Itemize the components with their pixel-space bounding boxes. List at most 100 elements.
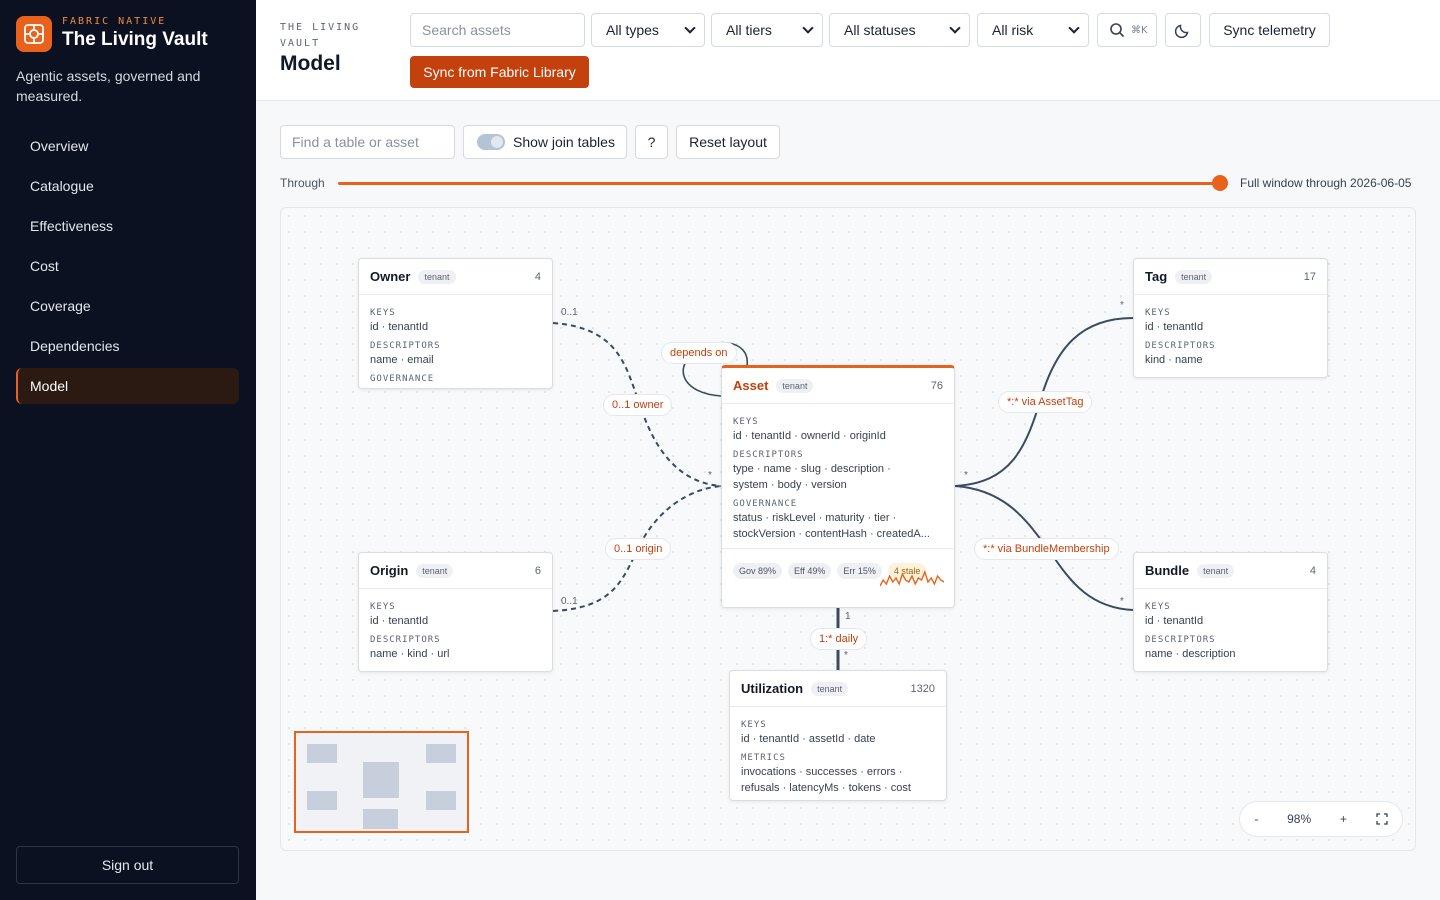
row-count: 76	[930, 379, 943, 392]
sidebar-item-overview[interactable]: Overview	[16, 128, 239, 164]
risk-filter-select[interactable]: All risk	[977, 13, 1089, 47]
row-count: 1320	[910, 682, 935, 695]
row-count: 17	[1303, 270, 1316, 283]
edge-label-owner[interactable]: 0..1 owner	[603, 394, 673, 416]
zoom-out-button[interactable]: -	[1254, 812, 1258, 826]
edge-label-asset-tag[interactable]: *:* via AssetTag	[998, 391, 1093, 413]
reset-layout-button[interactable]: Reset layout	[676, 125, 780, 159]
keys-value: id · tenantId	[1145, 615, 1204, 627]
effectiveness-pill: Eff 49%	[788, 562, 832, 579]
cardinality-origin: 0..1	[561, 596, 578, 607]
table-card-asset[interactable]: Asset tenant 76 KEYS id · tenantId · own…	[721, 365, 955, 608]
keys-value: id · tenantId · assetId · date	[741, 733, 876, 745]
cardinality-tag: *	[1120, 300, 1124, 311]
sidebar-item-model[interactable]: Model	[16, 368, 239, 404]
sync-fabric-library-button[interactable]: Sync from Fabric Library	[410, 56, 589, 88]
sidebar-item-cost[interactable]: Cost	[16, 248, 239, 284]
brand[interactable]: FABRIC NATIVE The Living Vault	[16, 16, 208, 52]
tenant-badge: tenant	[811, 681, 849, 696]
table-card-bundle[interactable]: Bundle tenant 4 KEYS id · tenantId DESCR…	[1133, 552, 1328, 672]
search-icon	[1110, 23, 1125, 38]
edge-label-bundle-membership[interactable]: *:* via BundleMembership	[974, 538, 1119, 560]
type-filter-select[interactable]: All types	[591, 13, 705, 47]
sidebar-item-dependencies[interactable]: Dependencies	[16, 328, 239, 364]
find-table-input[interactable]: Find a table or asset	[280, 125, 455, 159]
tier-filter-select[interactable]: All tiers	[711, 13, 823, 47]
zoom-level: 98%	[1287, 812, 1312, 826]
vault-logo-icon	[16, 16, 52, 52]
descriptors-value: system · body · version	[733, 479, 847, 491]
descriptors-value: name · kind · url	[370, 648, 450, 660]
descriptors-label: DESCRIPTORS	[370, 341, 441, 351]
brand-tagline: Agentic assets, governed and measured.	[16, 68, 201, 104]
model-canvas[interactable]: Owner tenant 4 KEYS id · tenantId DESCRI…	[280, 207, 1416, 851]
sidebar: FABRIC NATIVE The Living Vault Agentic a…	[0, 0, 256, 900]
time-slider-handle[interactable]	[1212, 175, 1228, 191]
asset-metrics: Gov 89% Eff 49% Err 15% 4 stale	[722, 548, 954, 592]
status-filter-select[interactable]: All statuses	[829, 13, 970, 47]
keys-value: id · tenantId	[370, 615, 429, 627]
page-eyebrow: THE LIVING VAULT	[280, 22, 361, 49]
table-card-owner[interactable]: Owner tenant 4 KEYS id · tenantId DESCRI…	[358, 258, 553, 389]
descriptors-label: DESCRIPTORS	[370, 635, 441, 645]
status-filter-value: All statuses	[844, 22, 916, 38]
through-label: Through	[280, 176, 325, 190]
row-count: 6	[534, 564, 541, 577]
table-card-utilization[interactable]: Utilization tenant 1320 KEYS id · tenant…	[729, 670, 947, 801]
fullscreen-icon[interactable]	[1375, 813, 1388, 825]
table-card-origin[interactable]: Origin tenant 6 KEYS id · tenantId DESCR…	[358, 552, 553, 672]
table-name: Tag	[1145, 269, 1168, 284]
governance-label: GOVERNANCE	[733, 499, 798, 509]
command-search-button[interactable]: ⌘K	[1097, 13, 1157, 47]
keys-value: id · tenantId	[370, 321, 429, 333]
tenant-badge: tenant	[416, 563, 454, 578]
search-assets-input[interactable]: Search assets	[410, 13, 585, 47]
metrics-value: invocations · successes · errors ·	[741, 766, 903, 778]
keys-label: KEYS	[733, 417, 759, 427]
tenant-badge: tenant	[1175, 269, 1213, 284]
table-name: Utilization	[741, 681, 804, 696]
type-filter-value: All types	[606, 22, 659, 38]
toggle-switch[interactable]	[477, 134, 505, 150]
sidebar-item-effectiveness[interactable]: Effectiveness	[16, 208, 239, 244]
sidebar-item-coverage[interactable]: Coverage	[16, 288, 239, 324]
tenant-badge: tenant	[418, 269, 456, 284]
table-name: Owner	[370, 269, 411, 284]
cardinality-asset-right: *	[964, 470, 968, 481]
sidebar-nav: Overview Catalogue Effectiveness Cost Co…	[16, 128, 239, 408]
row-count: 4	[1309, 564, 1316, 577]
edge-label-origin[interactable]: 0..1 origin	[605, 538, 672, 560]
metrics-value: refusals · latencyMs · tokens · cost	[741, 782, 911, 794]
edge-label-depends-on[interactable]: depends on	[661, 342, 737, 364]
moon-icon	[1174, 24, 1189, 39]
zoom-controls: - 98% +	[1239, 801, 1403, 837]
tenant-badge: tenant	[1197, 563, 1235, 578]
descriptors-label: DESCRIPTORS	[733, 450, 804, 460]
table-name: Origin	[370, 563, 409, 578]
time-slider-track[interactable]	[338, 182, 1220, 185]
sync-telemetry-button[interactable]: Sync telemetry	[1209, 13, 1330, 47]
brand-eyebrow: FABRIC NATIVE	[62, 16, 167, 27]
zoom-in-button[interactable]: +	[1340, 812, 1347, 826]
shortcut-hint: ⌘K	[1131, 24, 1148, 36]
table-card-tag[interactable]: Tag tenant 17 KEYS id · tenantId DESCRIP…	[1133, 258, 1328, 378]
help-button[interactable]: ?	[635, 125, 668, 159]
sign-out-button[interactable]: Sign out	[16, 846, 239, 884]
theme-toggle-button[interactable]	[1165, 13, 1201, 47]
edge-label-daily[interactable]: 1:* daily	[810, 628, 868, 650]
cardinality-bundle: *	[1120, 596, 1124, 607]
descriptors-label: DESCRIPTORS	[1145, 635, 1216, 645]
chevron-down-icon	[949, 22, 961, 34]
minimap[interactable]	[294, 731, 469, 833]
activity-sparkline	[880, 570, 944, 587]
cardinality-asset-bottom: 1	[845, 611, 851, 622]
keys-label: KEYS	[370, 308, 396, 318]
keys-label: KEYS	[741, 720, 767, 730]
sidebar-item-catalogue[interactable]: Catalogue	[16, 168, 239, 204]
chevron-down-icon	[1068, 22, 1080, 34]
page-header: THE LIVING VAULT Model Search assets All…	[256, 0, 1440, 101]
chevron-down-icon	[802, 22, 814, 34]
descriptors-value: name · description	[1145, 648, 1236, 660]
show-join-tables-toggle[interactable]: Show join tables	[463, 125, 627, 159]
keys-label: KEYS	[1145, 308, 1171, 318]
